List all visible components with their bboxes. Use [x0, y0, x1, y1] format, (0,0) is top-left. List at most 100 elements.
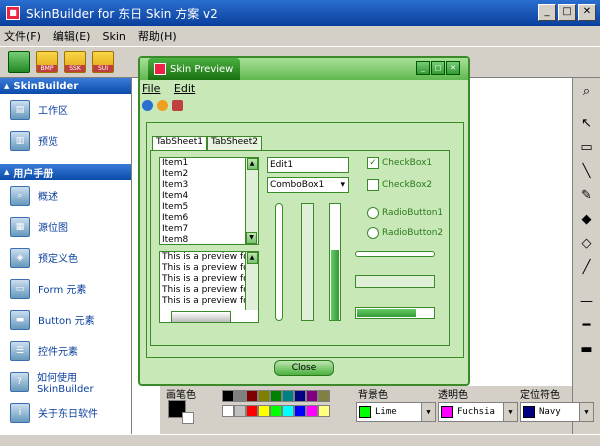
item-listbox[interactable]: Item1 Item2 Item3 Item4 Item5 Item6 Item7 Item8… [159, 157, 259, 245]
rectangle-icon[interactable]: ▭ [577, 138, 597, 158]
radio-button1[interactable]: RadioButton1 [367, 207, 443, 219]
sidebar-section-manual[interactable]: ▲ 用户手册 [0, 164, 131, 180]
zoom-icon[interactable]: ⌕ [577, 82, 597, 102]
sidebar-item-howto[interactable]: ? 如何使用 SkinBuilder [0, 366, 131, 397]
palette-swatch[interactable] [246, 405, 258, 417]
palette-swatch[interactable] [258, 390, 270, 402]
list-item[interactable]: Item5 [162, 202, 258, 213]
palette-swatch[interactable] [222, 405, 234, 417]
preview-title-tab: Skin Preview [148, 58, 240, 80]
eraser-icon[interactable]: ◇ [577, 234, 597, 254]
preview-close-action-button[interactable]: Close [274, 360, 334, 376]
list-item[interactable]: Item2 [162, 169, 258, 180]
palette-swatch[interactable] [270, 405, 282, 417]
palette-swatch[interactable] [294, 390, 306, 402]
checkbox1[interactable]: ✓ CheckBox1 [367, 157, 432, 169]
close-button[interactable]: ✕ [578, 4, 596, 21]
bg-color-select[interactable]: Lime ▼ [356, 402, 436, 422]
maximize-button[interactable]: □ [558, 4, 576, 21]
palette-swatch[interactable] [282, 390, 294, 402]
tab-panel: Item1 Item2 Item3 Item4 Item5 Item6 Item7 Item8… [150, 150, 450, 346]
open-ssk-button[interactable]: SSK [64, 51, 86, 73]
transparent-color-select[interactable]: Fuchsia ▼ [438, 402, 518, 422]
button-icon: ▬ [10, 309, 30, 330]
palette-swatch[interactable] [222, 390, 234, 402]
list-item[interactable]: Item4 [162, 191, 258, 202]
sidebar-item-about[interactable]: i 关于东日软件 [0, 397, 131, 428]
sidebar-item-form[interactable]: ▭ Form 元素 [0, 273, 131, 304]
line-width-1-icon[interactable]: — [577, 292, 597, 312]
minimize-button[interactable]: _ [538, 4, 556, 21]
sidebar-item-button[interactable]: ▬ Button 元素 [0, 304, 131, 335]
open-bmp-button[interactable]: BMP [36, 51, 58, 73]
sidebar-item-source-bitmap[interactable]: ▦ 源位图 [0, 211, 131, 242]
line-width-3-icon[interactable]: ▬ [577, 340, 597, 360]
fill-icon[interactable]: ◆ [577, 210, 597, 230]
palette-swatch[interactable] [306, 405, 318, 417]
sidebar-item-controls[interactable]: ☰ 控件元素 [0, 335, 131, 366]
list-item[interactable]: Item8 [162, 235, 258, 244]
palette-swatch[interactable] [282, 405, 294, 417]
vertical-trackbar[interactable] [275, 203, 283, 321]
palette-swatch[interactable] [294, 405, 306, 417]
palette-swatch[interactable] [318, 405, 330, 417]
preview-toolbar [142, 100, 183, 111]
sidebar-item-predefined-colors[interactable]: ◈ 预定义色 [0, 242, 131, 273]
pointer-icon[interactable]: ↖ [577, 114, 597, 134]
colors-icon: ◈ [10, 247, 30, 268]
radio-button2[interactable]: RadioButton2 [367, 227, 443, 239]
menu-bar: 文件(F) 编辑(E) Skin 帮助(H) [0, 26, 600, 46]
preview-minimize-button[interactable]: _ [416, 61, 430, 75]
vertical-scrollbar[interactable] [301, 203, 314, 321]
open-sui-button[interactable]: SUI [92, 51, 114, 73]
locator-color-select[interactable]: Navy ▼ [520, 402, 594, 422]
preview-maximize-button[interactable]: □ [431, 61, 445, 75]
edit-field[interactable]: Edit1 [267, 157, 349, 173]
color-palette [222, 390, 334, 420]
palette-swatch[interactable] [318, 390, 330, 402]
sidebar-item-workspace[interactable]: ▤ 工作区 [0, 94, 131, 125]
pencil-icon[interactable]: ✎ [577, 186, 597, 206]
memo-line: This is a preview for [162, 263, 253, 273]
list-item[interactable]: Item1 [162, 158, 258, 169]
palette-swatch[interactable] [270, 390, 282, 402]
palette-swatch[interactable] [234, 405, 246, 417]
secondary-color-swatch[interactable] [182, 412, 194, 424]
palette-swatch[interactable] [258, 405, 270, 417]
palette-swatch[interactable] [306, 390, 318, 402]
scroll-down-icon: ▼ [246, 232, 257, 244]
sidebar-item-preview[interactable]: ▥ 预览 [0, 125, 131, 156]
checkbox2[interactable]: CheckBox2 [367, 179, 432, 191]
info-icon[interactable] [142, 100, 153, 111]
sidebar: ▲ SkinBuilder ▤ 工作区 ▥ 预览 ▲ 用户手册 ⌕ 概述 ▦ 源位图 ◈ 预定… [0, 78, 132, 434]
menu-file[interactable]: 文件(F) [4, 28, 41, 44]
line-width-2-icon[interactable]: ━ [577, 316, 597, 336]
list-item[interactable]: Item6 [162, 213, 258, 224]
combobox[interactable]: ComboBox1 ▾ [267, 177, 349, 193]
new-skin-button[interactable] [8, 51, 30, 73]
pen-color-label: 画笔色 [166, 390, 196, 401]
memo-hscroll[interactable] [171, 311, 231, 323]
preview-menu-file[interactable]: File [142, 82, 160, 95]
list-item[interactable]: Item7 [162, 224, 258, 235]
menu-help[interactable]: 帮助(H) [138, 28, 177, 44]
tab-sheet2[interactable]: TabSheet2 [206, 136, 262, 150]
calendar-icon[interactable] [172, 100, 183, 111]
sidebar-section-skinbuilder[interactable]: ▲ SkinBuilder [0, 78, 131, 94]
preview-close-button[interactable]: ✕ [446, 61, 460, 75]
horizontal-scrollbar[interactable] [355, 275, 435, 288]
menu-edit[interactable]: 编辑(E) [53, 28, 91, 44]
preview-menu-edit[interactable]: Edit [174, 82, 195, 95]
horizontal-trackbar[interactable] [355, 251, 435, 257]
line-icon[interactable]: ╲ [577, 162, 597, 182]
image-icon[interactable] [157, 100, 168, 111]
sidebar-item-overview[interactable]: ⌕ 概述 [0, 180, 131, 211]
palette-swatch[interactable] [246, 390, 258, 402]
list-item[interactable]: Item3 [162, 180, 258, 191]
eyedropper-icon[interactable]: ╱ [577, 258, 597, 278]
palette-swatch[interactable] [234, 390, 246, 402]
tab-sheet1[interactable]: TabSheet1 [152, 136, 207, 150]
menu-skin[interactable]: Skin [102, 30, 125, 43]
bg-color-label: 背景色 [358, 390, 388, 401]
workspace-icon: ▤ [10, 99, 30, 120]
